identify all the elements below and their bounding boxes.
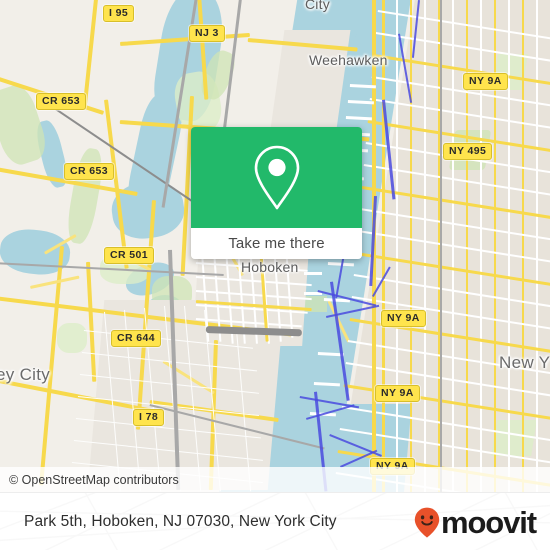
map-canvas[interactable]: City Weehawken Hoboken ey City New Y I 9… bbox=[0, 0, 550, 492]
map-road-manhattan-ave-m6 bbox=[536, 0, 538, 492]
moovit-map-share-card: City Weehawken Hoboken ey City New Y I 9… bbox=[0, 0, 550, 550]
road-shield-cr653-b: CR 653 bbox=[64, 163, 115, 180]
road-shield-ny495: NY 495 bbox=[443, 143, 493, 160]
road-shield-ny9a-a: NY 9A bbox=[463, 73, 508, 90]
road-shield-ny9a-c: NY 9A bbox=[375, 385, 420, 402]
osm-attribution-bar: © OpenStreetMap contributors bbox=[0, 467, 550, 492]
map-road-manhattan-ave-m1 bbox=[396, 0, 398, 492]
map-pin-icon bbox=[254, 145, 299, 209]
road-shield-nj3: NJ 3 bbox=[189, 25, 225, 42]
road-shield-cr644: CR 644 bbox=[111, 330, 162, 347]
place-label-city: City bbox=[305, 0, 330, 12]
road-shield-cr653-a: CR 653 bbox=[36, 93, 87, 110]
road-shield-cr501: CR 501 bbox=[104, 247, 155, 264]
place-label-jersey-city: ey City bbox=[0, 365, 51, 384]
place-label-weehawken: Weehawken bbox=[309, 52, 388, 68]
take-me-there-button[interactable]: Take me there bbox=[191, 228, 362, 259]
moovit-wordmark: moovit bbox=[440, 504, 537, 540]
take-me-there-label: Take me there bbox=[228, 235, 325, 252]
road-shield-ny9a-b: NY 9A bbox=[381, 310, 426, 327]
map-road-manhattan-ave-m5 bbox=[508, 0, 510, 492]
osm-attribution-text[interactable]: © OpenStreetMap contributors bbox=[0, 473, 179, 487]
map-road-manhattan-ave1 bbox=[382, 0, 385, 492]
map-rail-manhattan bbox=[440, 0, 443, 492]
map-green-g bbox=[57, 323, 87, 353]
road-shield-i78: I 78 bbox=[133, 409, 165, 426]
footer-bar: Park 5th, Hoboken, NJ 07030, New York Ci… bbox=[0, 492, 550, 550]
callout-card-header bbox=[191, 127, 362, 228]
destination-callout-card[interactable]: Take me there bbox=[191, 127, 362, 259]
place-label-new-york: New Y bbox=[499, 353, 550, 372]
map-green-manhattan-park3 bbox=[491, 420, 537, 456]
map-pier-hoboken-1 bbox=[304, 272, 322, 275]
moovit-brand: moovit bbox=[414, 507, 550, 538]
place-label-hoboken: Hoboken bbox=[241, 259, 299, 275]
address-label: Park 5th, Hoboken, NJ 07030, New York Ci… bbox=[24, 513, 337, 530]
moovit-pin-smiley-icon bbox=[414, 507, 440, 538]
road-shield-i95: I 95 bbox=[103, 5, 135, 22]
